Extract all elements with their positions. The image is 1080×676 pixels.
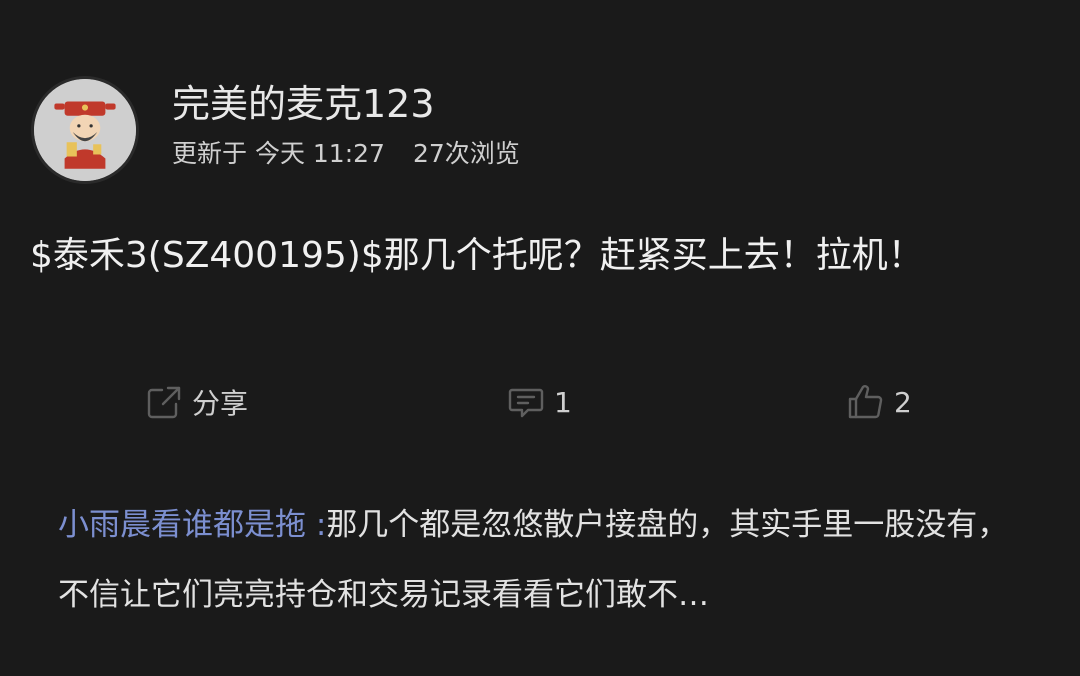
like-count: 2: [894, 385, 912, 419]
post-content: $泰禾3(SZ400195)$那几个托呢？赶紧买上去！拉机！: [30, 235, 924, 276]
comment-icon: [506, 382, 546, 422]
comment-count: 1: [554, 385, 572, 419]
username[interactable]: 完美的麦克123: [172, 80, 435, 128]
reply-preview[interactable]: 小雨晨看谁都是拖 :那几个都是忽悠散户接盘的，其实手里一股没有，不信让它们亮亮持…: [58, 490, 1028, 630]
updated-time: 更新于 今天 11:27: [172, 139, 385, 168]
avatar[interactable]: [31, 76, 139, 184]
post-detail-page: 完美的麦克123 更新于 今天 11:27 27次浏览 $泰禾3(SZ400195…: [0, 0, 1080, 676]
reply-author[interactable]: 小雨晨看谁都是拖 :: [58, 507, 326, 543]
caishen-avatar-icon: [34, 79, 136, 181]
thumbs-up-icon: [846, 382, 886, 422]
comment-button[interactable]: 1: [506, 374, 572, 430]
share-button[interactable]: 分享: [144, 374, 248, 430]
view-count: 27次浏览: [412, 139, 520, 168]
share-icon: [144, 382, 184, 422]
post-meta: 更新于 今天 11:27 27次浏览: [172, 138, 520, 170]
like-button[interactable]: 2: [846, 374, 912, 430]
share-label: 分享: [192, 387, 249, 420]
action-bar: 分享 1 2: [0, 374, 1080, 430]
